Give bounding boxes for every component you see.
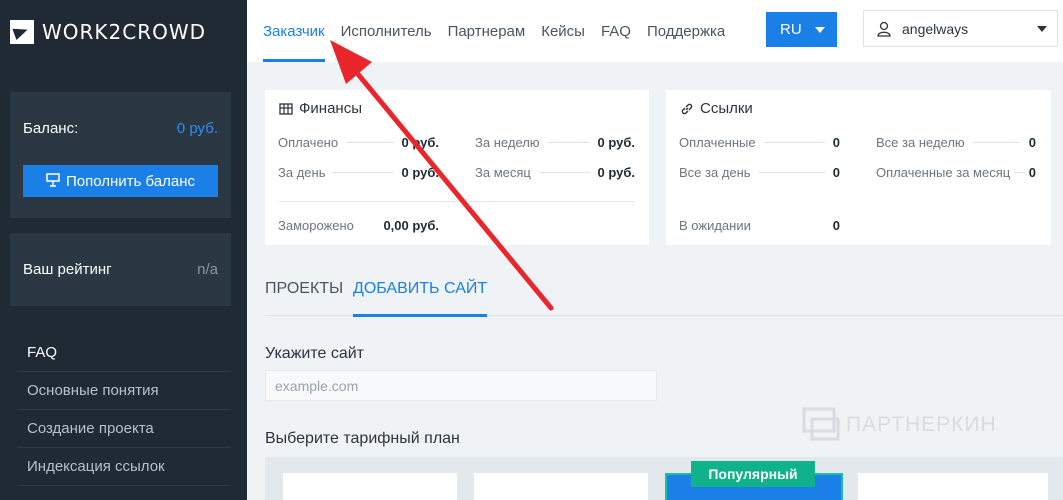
sidebar-item-link-indexing[interactable]: Индексация ссылок: [17, 448, 231, 486]
finance-frozen-value: 0,00 руб.: [383, 218, 439, 233]
chevron-down-icon: [1037, 26, 1047, 32]
plan-card[interactable]: [283, 473, 457, 500]
watermark: ПАРТНЕРКИН: [802, 405, 997, 445]
sidebar: WORK2CROWD Баланс: 0 руб. Пополнить бала…: [0, 0, 247, 500]
language-value: RU: [780, 21, 802, 38]
finance-frozen: Заморожено 0,00 руб.: [278, 218, 439, 233]
balance-value: 0 руб.: [176, 120, 218, 137]
finance-month-label: За месяц: [475, 165, 531, 180]
link-icon: [681, 103, 693, 114]
nav-customer[interactable]: Заказчик: [263, 0, 325, 62]
links-paid-month: Оплаченные за месяц 0: [876, 165, 1036, 180]
links-paid: Оплаченные 0: [679, 135, 840, 150]
finance-paid-label: Оплачено: [278, 135, 339, 150]
balance-card: Баланс: 0 руб. Пополнить баланс: [10, 92, 231, 218]
logo-text: WORK2CROWD: [42, 20, 207, 44]
wallet-icon: [46, 172, 60, 190]
links-paid-label: Оплаченные: [679, 135, 756, 150]
logo-icon: [10, 20, 34, 44]
links-card: Ссылки Оплаченные 0 Все за день 0 Все за н…: [666, 90, 1051, 245]
links-title-text: Ссылки: [700, 100, 753, 117]
username: angelways: [902, 20, 969, 37]
user-menu[interactable]: angelways: [863, 10, 1058, 47]
sidebar-item-faq[interactable]: FAQ: [17, 334, 231, 372]
site-label: Укажите сайт: [265, 345, 364, 362]
divider: [279, 201, 635, 202]
finance-title-text: Финансы: [299, 100, 362, 117]
finance-week-value: 0 руб.: [597, 135, 635, 150]
finance-paid: Оплачено 0 руб.: [278, 135, 439, 150]
sidebar-item-basic-concepts[interactable]: Основные понятия: [17, 372, 231, 410]
links-all-week: Все за неделю 0: [876, 135, 1036, 150]
topup-balance-label: Пополнить баланс: [66, 172, 195, 190]
rating-card: Ваш рейтинг n/a: [10, 233, 231, 306]
finance-month-value: 0 руб.: [597, 165, 635, 180]
tab-add-site[interactable]: ДОБАВИТЬ САЙТ: [353, 262, 488, 317]
finance-day-value: 0 руб.: [401, 165, 439, 180]
plan-card[interactable]: [858, 473, 1048, 500]
links-all-week-value: 0: [1028, 135, 1036, 150]
links-paid-value: 0: [832, 135, 840, 150]
watermark-text: ПАРТНЕРКИН: [846, 413, 997, 436]
finance-day: За день 0 руб.: [278, 165, 439, 180]
finance-title: Финансы: [279, 100, 362, 117]
rating-value: n/a: [197, 261, 218, 278]
nav-performer[interactable]: Исполнитель: [341, 0, 432, 62]
balance-label: Баланс:: [23, 120, 79, 137]
top-navigation: Заказчик Исполнитель Партнерам Кейсы FAQ…: [247, 0, 1063, 62]
links-all-day-label: Все за день: [679, 165, 751, 180]
finance-icon: [279, 102, 293, 115]
finance-frozen-label: Заморожено: [278, 218, 354, 233]
links-paid-month-value: 0: [1028, 165, 1036, 180]
links-all-day: Все за день 0: [679, 165, 840, 180]
chevron-down-icon: [815, 27, 825, 33]
links-pending-value: 0: [832, 218, 840, 233]
sidebar-menu: FAQ Основные понятия Создание проекта Ин…: [17, 334, 231, 486]
user-icon: [877, 21, 891, 37]
language-dropdown[interactable]: RU: [766, 12, 837, 47]
links-all-day-value: 0: [832, 165, 840, 180]
plan-card[interactable]: [474, 473, 648, 500]
popular-badge: Популярный: [691, 461, 815, 487]
finance-month: За месяц 0 руб.: [475, 165, 635, 180]
site-input[interactable]: [265, 370, 657, 401]
nav-cases[interactable]: Кейсы: [541, 0, 585, 62]
sidebar-item-create-project[interactable]: Создание проекта: [17, 410, 231, 448]
nav-partners[interactable]: Партнерам: [448, 0, 526, 62]
links-paid-month-label: Оплаченные за месяц: [876, 165, 1011, 180]
links-all-week-label: Все за неделю: [876, 135, 965, 150]
project-tabs: ПРОЕКТЫ ДОБАВИТЬ САЙТ: [265, 262, 1063, 317]
watermark-logo-icon: [802, 407, 840, 441]
finance-card: Финансы Оплачено 0 руб. За день 0 руб. За …: [265, 90, 649, 245]
finance-day-label: За день: [278, 165, 326, 180]
rating-label: Ваш рейтинг: [23, 261, 112, 278]
nav-faq[interactable]: FAQ: [601, 0, 631, 62]
logo[interactable]: WORK2CROWD: [10, 18, 206, 46]
main-nav: Заказчик Исполнитель Партнерам Кейсы FAQ…: [263, 0, 741, 62]
topup-balance-button[interactable]: Пополнить баланс: [23, 165, 218, 197]
links-pending-label: В ожидании: [679, 218, 751, 233]
links-pending: В ожидании 0: [679, 218, 840, 233]
tab-projects[interactable]: ПРОЕКТЫ: [265, 262, 343, 316]
links-title: Ссылки: [680, 100, 753, 117]
finance-week: За неделю 0 руб.: [475, 135, 635, 150]
finance-week-label: За неделю: [475, 135, 540, 150]
nav-support[interactable]: Поддержка: [647, 0, 725, 62]
plan-label: Выберите тарифный план: [265, 430, 460, 447]
finance-paid-value: 0 руб.: [401, 135, 439, 150]
